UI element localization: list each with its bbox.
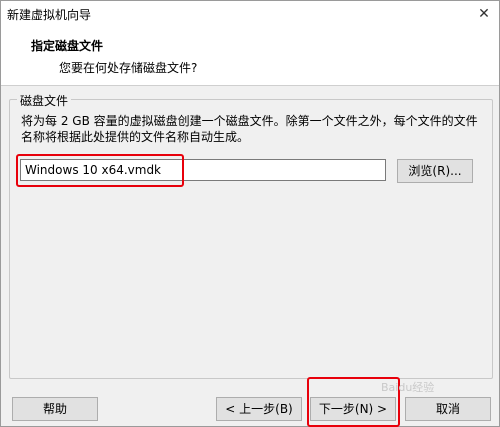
wizard-window: 新建虚拟机向导 ✕ 指定磁盘文件 您要在何处存储磁盘文件? 磁盘文件 将为每 2…	[0, 0, 500, 427]
input-highlight-box	[16, 154, 184, 187]
browse-button[interactable]: 浏览(R)...	[397, 159, 473, 183]
close-icon[interactable]: ✕	[473, 4, 495, 24]
group-label: 磁盘文件	[17, 92, 72, 109]
page-title: 指定磁盘文件	[31, 39, 104, 53]
back-button[interactable]: < 上一步(B)	[216, 397, 302, 421]
page-subtitle: 您要在何处存储磁盘文件?	[59, 61, 198, 75]
description-text: 将为每 2 GB 容量的虚拟磁盘创建一个磁盘文件。除第一个文件之外，每个文件的文…	[21, 114, 478, 144]
window-title: 新建虚拟机向导	[7, 8, 92, 22]
watermark-text: Baidu经验	[381, 381, 435, 394]
wizard-header: 指定磁盘文件 您要在何处存储磁盘文件?	[1, 27, 499, 86]
help-button[interactable]: 帮助	[12, 397, 98, 421]
title-bar: 新建虚拟机向导 ✕	[1, 1, 499, 27]
cancel-button[interactable]: 取消	[405, 397, 491, 421]
